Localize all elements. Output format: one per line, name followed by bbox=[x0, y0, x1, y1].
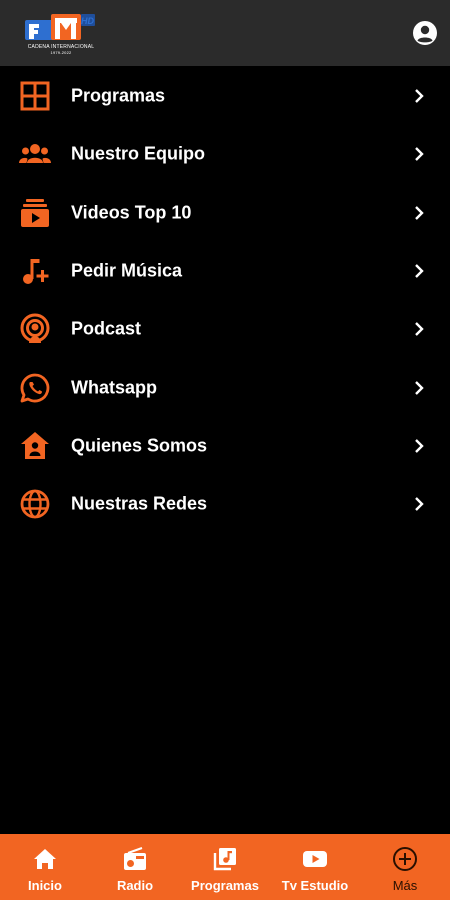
tab-radio[interactable]: Radio bbox=[90, 834, 180, 900]
add-circle-icon bbox=[393, 847, 417, 871]
chevron-right-icon bbox=[415, 205, 424, 220]
menu-item-label: Podcast bbox=[71, 318, 142, 339]
bottom-navigation: Inicio Radio Programas Tv Estudio Más bbox=[0, 834, 450, 900]
whatsapp-icon bbox=[20, 373, 50, 403]
video-library-icon bbox=[21, 198, 49, 227]
team-icon bbox=[19, 144, 51, 164]
chevron-right-icon bbox=[415, 497, 424, 512]
menu-item-pedir-musica[interactable]: Pedir Música bbox=[0, 242, 450, 300]
globe-icon bbox=[20, 489, 50, 519]
menu-item-label: Pedir Música bbox=[71, 260, 183, 281]
tab-label: Inicio bbox=[28, 878, 62, 893]
chevron-right-icon bbox=[415, 322, 424, 337]
podcast-icon bbox=[20, 313, 50, 344]
grid-icon bbox=[20, 81, 50, 111]
chevron-right-icon bbox=[415, 89, 424, 103]
youtube-icon bbox=[303, 851, 327, 867]
menu-item-nuestras-redes[interactable]: Nuestras Redes bbox=[0, 475, 450, 533]
menu-item-programas[interactable]: Programas bbox=[0, 67, 450, 125]
tab-label: Radio bbox=[116, 878, 154, 893]
account-circle-icon bbox=[413, 21, 437, 45]
tab-label: Más bbox=[392, 878, 418, 893]
chevron-right-icon bbox=[415, 264, 424, 278]
tab-label: Tv Estudio bbox=[281, 878, 349, 893]
chevron-right-icon bbox=[415, 147, 424, 162]
music-library-icon bbox=[213, 848, 236, 871]
logo-caption: CADENA INTERNACIONAL 1979-2022 bbox=[27, 44, 95, 56]
menu-item-label: Nuestras Redes bbox=[71, 493, 208, 514]
music-add-icon bbox=[23, 259, 49, 285]
menu-item-whatsapp[interactable]: Whatsapp bbox=[0, 358, 450, 416]
tab-programas[interactable]: Programas bbox=[180, 834, 270, 900]
menu-item-label: Videos Top 10 bbox=[71, 202, 192, 223]
tab-tv-estudio[interactable]: Tv Estudio bbox=[270, 834, 360, 900]
menu-item-label: Programas bbox=[71, 85, 166, 106]
top-app-bar: HD CADENA INTERNACIONAL 1979-2022 bbox=[0, 0, 450, 66]
menu-item-quienes-somos[interactable]: Quienes Somos bbox=[0, 417, 450, 475]
menu-item-videos-top-10[interactable]: Videos Top 10 bbox=[0, 184, 450, 242]
menu-item-label: Whatsapp bbox=[71, 377, 158, 398]
menu-item-label: Quienes Somos bbox=[71, 435, 208, 456]
tab-mas[interactable]: Más bbox=[360, 834, 450, 900]
station-logo[interactable]: HD CADENA INTERNACIONAL 1979-2022 bbox=[25, 10, 97, 56]
menu-item-label: Nuestro Equipo bbox=[71, 143, 205, 164]
chevron-right-icon bbox=[415, 439, 424, 453]
house-user-icon bbox=[21, 431, 49, 459]
tab-inicio[interactable]: Inicio bbox=[0, 834, 90, 900]
account-button[interactable] bbox=[412, 20, 438, 46]
tab-label: Programas bbox=[191, 878, 259, 893]
home-icon bbox=[34, 849, 56, 869]
radio-icon bbox=[124, 847, 146, 870]
logo-caption-line2: 1979-2022 bbox=[50, 50, 72, 55]
menu-item-podcast[interactable]: Podcast bbox=[0, 300, 450, 358]
logo-hd-badge: HD bbox=[81, 16, 94, 26]
menu-item-nuestro-equipo[interactable]: Nuestro Equipo bbox=[0, 125, 450, 183]
chevron-right-icon bbox=[415, 380, 424, 395]
more-menu-list: Programas Nuestro Equipo Videos Top 10 P… bbox=[0, 67, 450, 533]
